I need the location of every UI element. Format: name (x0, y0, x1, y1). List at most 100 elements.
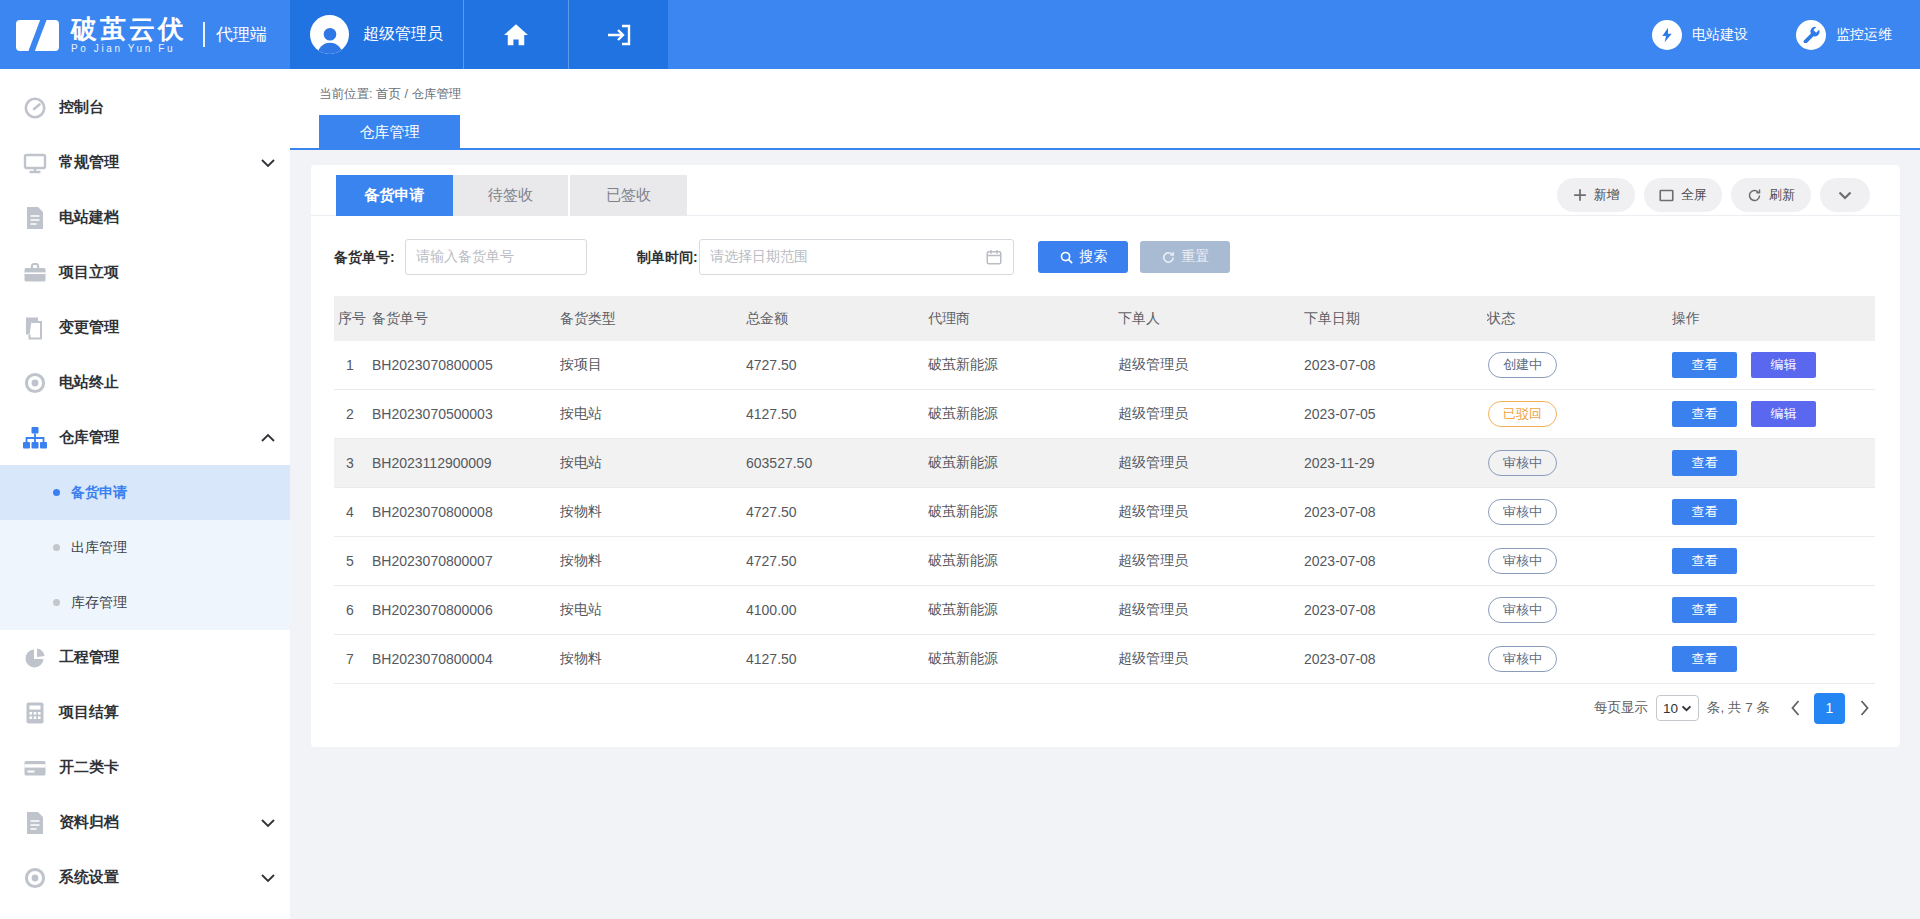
cell: 按电站 (560, 601, 746, 619)
more-button[interactable] (1820, 178, 1870, 212)
date-range-input[interactable]: 请选择日期范围 (699, 239, 1014, 275)
cell: 2023-07-08 (1304, 504, 1487, 520)
sidebar-item-station-archive[interactable]: 电站建档 (0, 190, 290, 245)
user-menu[interactable]: 超级管理员 (290, 0, 463, 69)
column-header: 备货类型 (560, 310, 746, 328)
cell: 2 (334, 406, 372, 422)
sidebar-item-type2-card[interactable]: 开二类卡 (0, 740, 290, 795)
sidebar-subitem-outbound-mgmt[interactable]: 出库管理 (0, 520, 290, 575)
bullet-dot (53, 489, 60, 496)
cell: 4127.50 (746, 406, 928, 422)
main-area: 当前位置: 首页 / 仓库管理 仓库管理 备货申请待签收已签收 新增全屏刷新 备… (290, 69, 1920, 919)
cell: BH2023112900009 (372, 455, 560, 471)
view-button[interactable]: 查看 (1672, 352, 1737, 378)
sidebar-item-console[interactable]: 控制台 (0, 80, 290, 135)
order-no-input[interactable]: 请输入备货单号 (405, 239, 587, 275)
cell: 按项目 (560, 356, 746, 374)
status-badge: 审核中 (1488, 499, 1557, 525)
cell: 按物料 (560, 503, 746, 521)
cell: 2023-07-08 (1304, 602, 1487, 618)
cell: 按电站 (560, 454, 746, 472)
view-button[interactable]: 查看 (1672, 499, 1737, 525)
sidebar-item-station-termination[interactable]: 电站终止 (0, 355, 290, 410)
add-button[interactable]: 新增 (1557, 178, 1635, 212)
cell: 破茧新能源 (928, 552, 1118, 570)
quicklink-monitor-ops[interactable]: 监控运维 (1796, 20, 1892, 50)
tab-stock-request[interactable]: 备货申请 (336, 175, 453, 216)
sidebar-item-engineering-mgmt[interactable]: 工程管理 (0, 630, 290, 685)
prev-page-button[interactable] (1784, 700, 1806, 716)
cell: 超级管理员 (1118, 454, 1304, 472)
reset-icon (1161, 250, 1176, 265)
fullscreen-icon (1659, 189, 1674, 202)
table-row[interactable]: 2BH2023070500003按电站4127.50破茧新能源超级管理员2023… (334, 390, 1875, 439)
view-button[interactable]: 查看 (1672, 401, 1737, 427)
top-bar: 破茧云伏 Po Jian Yun Fu 代理端 超级管理员 (0, 0, 1920, 69)
fullscreen-button[interactable]: 全屏 (1644, 178, 1722, 212)
sidebar-item-change-mgmt[interactable]: 变更管理 (0, 300, 290, 355)
column-header: 序号 (334, 310, 372, 328)
sidebar-item-project-initiation[interactable]: 项目立项 (0, 245, 290, 300)
table-row[interactable]: 5BH2023070800007按物料4727.50破茧新能源超级管理员2023… (334, 537, 1875, 586)
search-button[interactable]: 搜索 (1038, 241, 1128, 273)
tab-signed[interactable]: 已签收 (570, 175, 687, 216)
tab-to-sign[interactable]: 待签收 (453, 175, 570, 216)
status-badge: 审核中 (1488, 646, 1557, 672)
view-button[interactable]: 查看 (1672, 597, 1737, 623)
column-header: 总金额 (746, 310, 928, 328)
cell: BH2023070800004 (372, 651, 560, 667)
brand-subtitle: Po Jian Yun Fu (71, 43, 187, 54)
reset-button[interactable]: 重置 (1140, 241, 1230, 273)
status-badge: 已驳回 (1488, 401, 1557, 427)
page-number[interactable]: 1 (1814, 693, 1845, 724)
chevron-down-icon (260, 157, 276, 168)
page-tab-warehouse[interactable]: 仓库管理 (319, 115, 460, 150)
edit-button[interactable]: 编辑 (1751, 401, 1816, 427)
cell: 破茧新能源 (928, 405, 1118, 423)
edit-button[interactable]: 编辑 (1751, 352, 1816, 378)
table-row[interactable]: 6BH2023070800006按电站4100.00破茧新能源超级管理员2023… (334, 586, 1875, 635)
breadcrumb-path[interactable]: 首页 / 仓库管理 (376, 87, 461, 101)
archive-icon (22, 810, 48, 836)
per-page-select[interactable]: 10 (1656, 695, 1699, 721)
cell: 4 (334, 504, 372, 520)
cell: 超级管理员 (1118, 552, 1304, 570)
sidebar-item-warehouse-mgmt[interactable]: 仓库管理 (0, 410, 290, 465)
table-row[interactable]: 3BH2023112900009按电站603527.50破茧新能源超级管理员20… (334, 439, 1875, 488)
dashboard-icon (22, 95, 48, 121)
view-button[interactable]: 查看 (1672, 548, 1737, 574)
cell: 超级管理员 (1118, 601, 1304, 619)
table-row[interactable]: 1BH2023070800005按项目4727.50破茧新能源超级管理员2023… (334, 341, 1875, 390)
cell: 破茧新能源 (928, 650, 1118, 668)
gear-icon (22, 865, 48, 891)
table-row[interactable]: 7BH2023070800004按物料4127.50破茧新能源超级管理员2023… (334, 635, 1875, 684)
cell: 4100.00 (746, 602, 928, 618)
sidebar-subitem-inventory-mgmt[interactable]: 库存管理 (0, 575, 290, 630)
sidebar-item-general-mgmt[interactable]: 常规管理 (0, 135, 290, 190)
sidebar-item-project-settlement[interactable]: 项目结算 (0, 685, 290, 740)
toolbar: 新增全屏刷新 (1557, 178, 1870, 212)
table-row[interactable]: 4BH2023070800008按物料4727.50破茧新能源超级管理员2023… (334, 488, 1875, 537)
cell: 2023-07-08 (1304, 553, 1487, 569)
cell: 4727.50 (746, 553, 928, 569)
next-page-button[interactable] (1853, 700, 1875, 716)
bolt-icon (1652, 20, 1682, 50)
view-button[interactable]: 查看 (1672, 450, 1737, 476)
status-badge: 创建中 (1488, 352, 1557, 378)
per-page-label: 每页显示 (1594, 699, 1648, 717)
column-header: 代理商 (928, 310, 1118, 328)
cell: BH2023070800005 (372, 357, 560, 373)
view-button[interactable]: 查看 (1672, 646, 1737, 672)
refresh-button[interactable]: 刷新 (1731, 178, 1811, 212)
quicklink-station-build[interactable]: 电站建设 (1652, 20, 1748, 50)
cell: 破茧新能源 (928, 601, 1118, 619)
logout-button[interactable] (568, 0, 668, 69)
sidebar-subitem-stock-request[interactable]: 备货申请 (0, 465, 290, 520)
chevron-down-icon (260, 817, 276, 828)
sidebar-item-data-archive[interactable]: 资料归档 (0, 795, 290, 850)
cell: 破茧新能源 (928, 454, 1118, 472)
home-button[interactable] (463, 0, 568, 69)
sidebar-item-system-settings[interactable]: 系统设置 (0, 850, 290, 905)
orders-table: 序号备货单号备货类型总金额代理商下单人下单日期状态操作1BH2023070800… (334, 296, 1875, 684)
person-icon (314, 24, 346, 54)
